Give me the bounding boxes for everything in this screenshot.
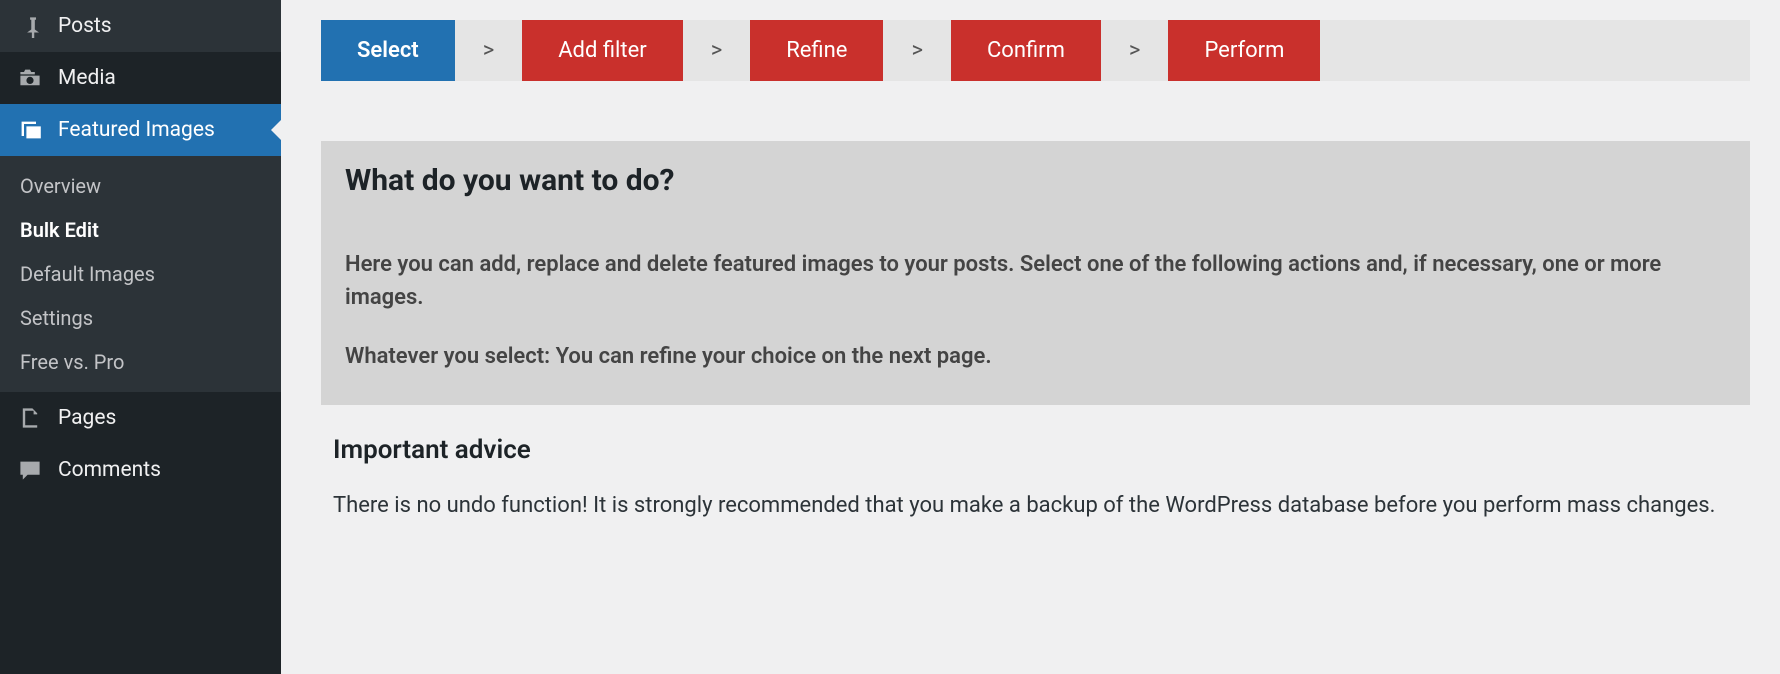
step-perform[interactable]: Perform bbox=[1168, 20, 1320, 81]
submenu-featured-images: Overview Bulk Edit Default Images Settin… bbox=[0, 156, 281, 392]
step-separator: > bbox=[883, 38, 951, 63]
step-confirm[interactable]: Confirm bbox=[951, 20, 1101, 81]
submenu-item-bulk-edit[interactable]: Bulk Edit bbox=[0, 208, 281, 252]
advice-body: There is no undo function! It is strongl… bbox=[333, 489, 1738, 522]
menu-label: Comments bbox=[58, 458, 161, 482]
advice-section: Important advice There is no undo functi… bbox=[321, 435, 1750, 522]
step-select[interactable]: Select bbox=[321, 20, 455, 81]
pages-icon bbox=[16, 404, 44, 432]
images-icon bbox=[16, 116, 44, 144]
wizard-steps: Select > Add filter > Refine > Confirm >… bbox=[321, 20, 1750, 81]
menu-label: Featured Images bbox=[58, 118, 215, 142]
sidebar-item-posts[interactable]: Posts bbox=[0, 0, 281, 52]
admin-sidebar: Posts Media Featured Images Overview Bul… bbox=[0, 0, 281, 674]
menu-label: Media bbox=[58, 66, 116, 90]
main-content: Select > Add filter > Refine > Confirm >… bbox=[281, 0, 1780, 674]
sidebar-item-featured-images[interactable]: Featured Images bbox=[0, 104, 281, 156]
menu-label: Posts bbox=[58, 14, 112, 38]
step-add-filter[interactable]: Add filter bbox=[522, 20, 682, 81]
menu-label: Pages bbox=[58, 406, 116, 430]
intro-heading: What do you want to do? bbox=[345, 163, 1726, 198]
submenu-item-settings[interactable]: Settings bbox=[0, 296, 281, 340]
intro-panel: What do you want to do? Here you can add… bbox=[321, 141, 1750, 405]
submenu-item-overview[interactable]: Overview bbox=[0, 164, 281, 208]
sidebar-item-media[interactable]: Media bbox=[0, 52, 281, 104]
step-separator: > bbox=[455, 38, 523, 63]
comment-icon bbox=[16, 456, 44, 484]
sidebar-item-comments[interactable]: Comments bbox=[0, 444, 281, 496]
submenu-item-default-images[interactable]: Default Images bbox=[0, 252, 281, 296]
intro-text-1: Here you can add, replace and delete fea… bbox=[345, 248, 1726, 314]
pin-icon bbox=[16, 12, 44, 40]
camera-icon bbox=[16, 64, 44, 92]
step-refine[interactable]: Refine bbox=[750, 20, 883, 81]
intro-text-2: Whatever you select: You can refine your… bbox=[345, 340, 1726, 373]
advice-heading: Important advice bbox=[333, 435, 1738, 465]
step-separator: > bbox=[683, 38, 751, 63]
sidebar-item-pages[interactable]: Pages bbox=[0, 392, 281, 444]
submenu-item-free-vs-pro[interactable]: Free vs. Pro bbox=[0, 340, 281, 384]
step-separator: > bbox=[1101, 38, 1169, 63]
